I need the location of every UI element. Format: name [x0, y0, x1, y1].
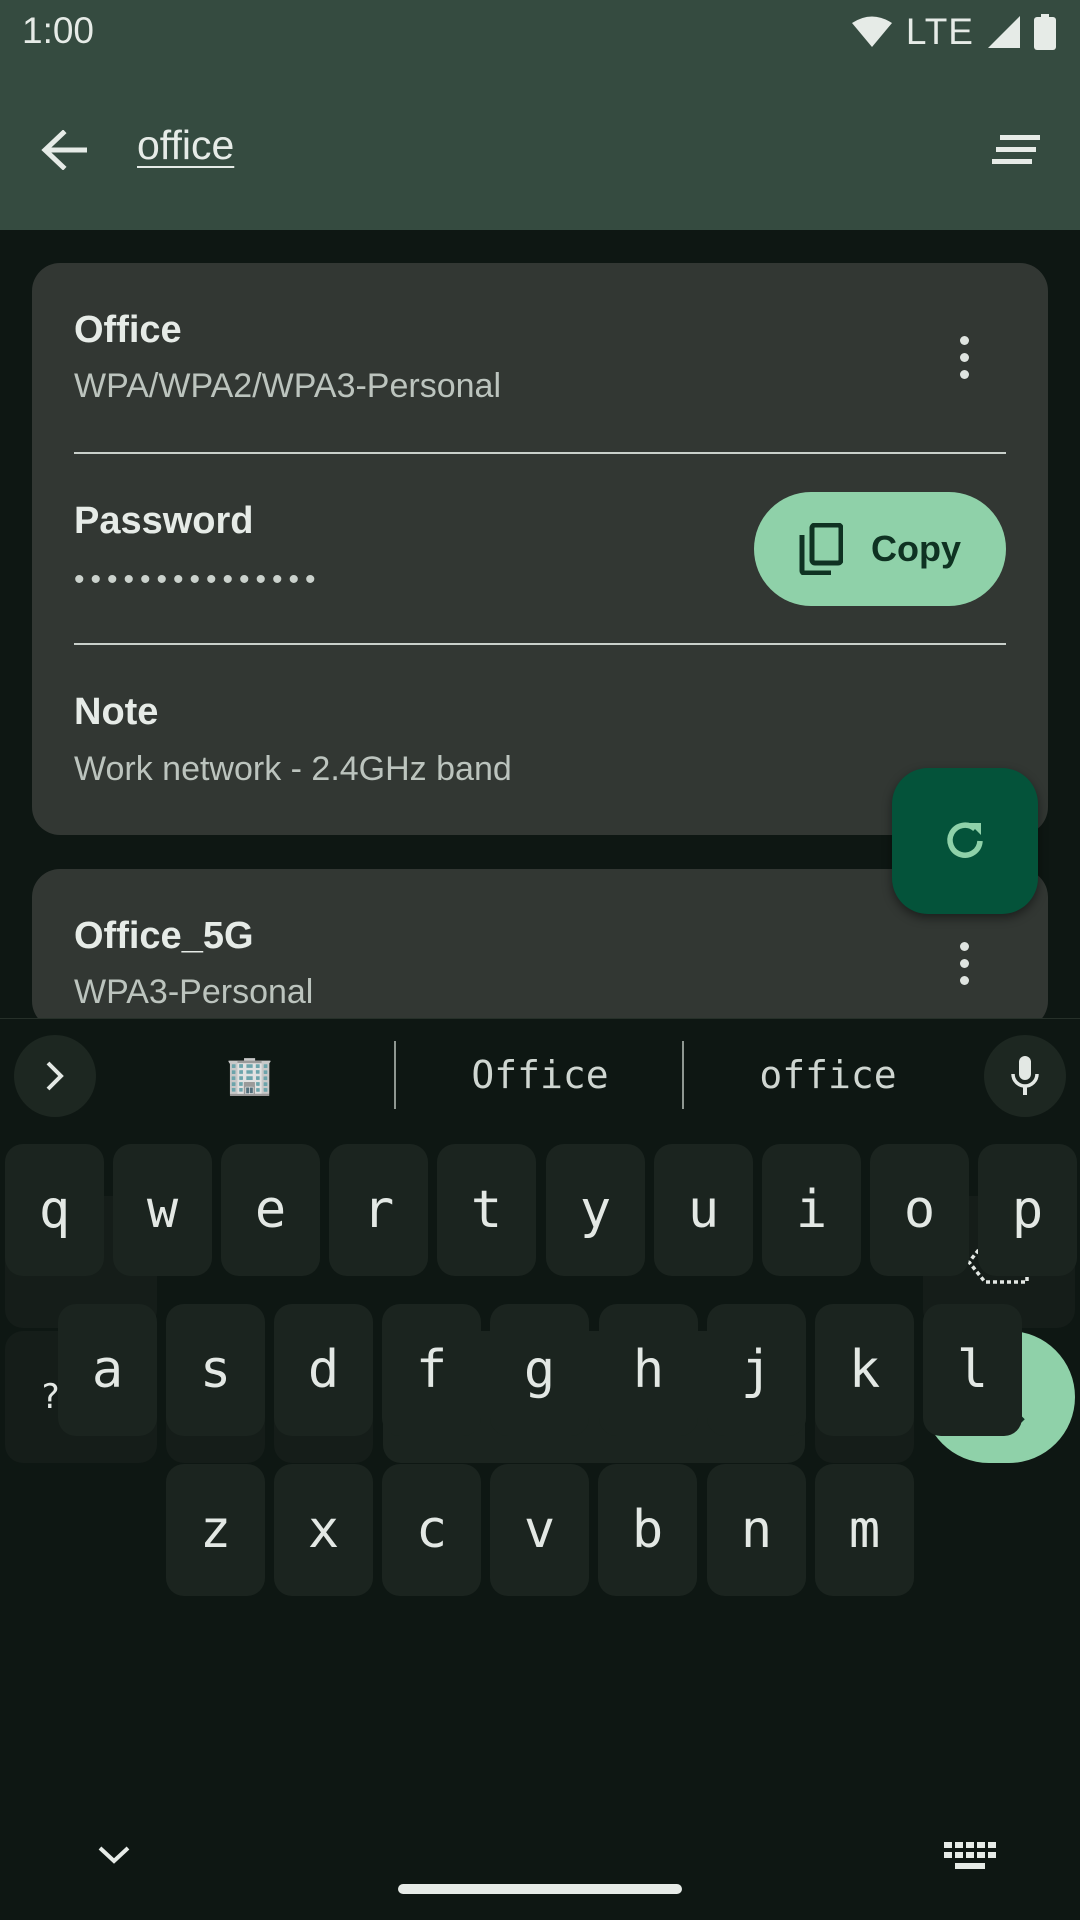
- key-z[interactable]: z: [166, 1464, 265, 1596]
- suggestion-word[interactable]: office: [688, 1039, 968, 1111]
- key-t[interactable]: t: [437, 1144, 536, 1276]
- key-h[interactable]: h: [599, 1304, 698, 1436]
- copy-icon: [799, 523, 843, 575]
- key-y[interactable]: y: [546, 1144, 645, 1276]
- note-label: Note: [74, 691, 159, 733]
- key-q[interactable]: q: [5, 1144, 104, 1276]
- key-e[interactable]: e: [221, 1144, 320, 1276]
- more-vert-icon: [959, 335, 969, 345]
- key-v[interactable]: v: [490, 1464, 589, 1596]
- more-vert-icon-dot: [959, 975, 969, 985]
- expand-toolbar-button[interactable]: [14, 1035, 96, 1117]
- more-options-button[interactable]: [944, 327, 984, 387]
- key-d[interactable]: d: [274, 1304, 373, 1436]
- key-o[interactable]: o: [870, 1144, 969, 1276]
- arrow-back-icon: [41, 130, 87, 170]
- app-bar: 1:00 LTE office: [0, 0, 1080, 230]
- copy-label: Copy: [871, 528, 961, 569]
- key-l[interactable]: l: [923, 1304, 1022, 1436]
- key-u[interactable]: u: [654, 1144, 753, 1276]
- note-text: Work network - 2.4GHz band: [74, 750, 512, 788]
- suggestion-word[interactable]: Office: [400, 1039, 680, 1111]
- key-j[interactable]: j: [707, 1304, 806, 1436]
- keyboard-switch-icon[interactable]: [944, 1842, 996, 1872]
- network-security: WPA3-Personal: [74, 973, 314, 1011]
- signal-icon: [988, 16, 1020, 48]
- network-card: Office WPA/WPA2/WPA3-Personal Password •…: [32, 263, 1048, 835]
- more-vert-icon-dot: [959, 958, 969, 968]
- suggestion-emoji[interactable]: 🏢: [150, 1039, 350, 1111]
- gesture-handle[interactable]: [398, 1884, 682, 1894]
- key-m[interactable]: m: [815, 1464, 914, 1596]
- sort-button[interactable]: [980, 114, 1052, 186]
- divider: [74, 452, 1006, 454]
- key-a[interactable]: a: [58, 1304, 157, 1436]
- refresh-icon: [947, 822, 983, 858]
- copy-password-button[interactable]: Copy: [754, 492, 1006, 606]
- suggestion-strip: 🏢 Office office: [0, 1019, 1080, 1131]
- key-s[interactable]: s: [166, 1304, 265, 1436]
- network-ssid: Office: [74, 309, 182, 351]
- more-options-button[interactable]: [944, 933, 984, 993]
- wifi-icon: [851, 16, 892, 47]
- hide-keyboard-chevron-icon[interactable]: [86, 1834, 142, 1874]
- status-time: 1:00: [22, 10, 95, 51]
- sort-icon: [992, 135, 1040, 164]
- network-security: WPA/WPA2/WPA3-Personal: [74, 367, 501, 405]
- key-p[interactable]: p: [978, 1144, 1077, 1276]
- network-type: LTE: [905, 11, 974, 52]
- chevron-right-icon: [46, 1061, 64, 1091]
- key-r[interactable]: r: [329, 1144, 428, 1276]
- password-label: Password: [74, 500, 254, 542]
- more-vert-icon-dot: [959, 352, 969, 362]
- suggestion-divider: [394, 1041, 396, 1109]
- key-c[interactable]: c: [382, 1464, 481, 1596]
- key-i[interactable]: i: [762, 1144, 861, 1276]
- key-n[interactable]: n: [707, 1464, 806, 1596]
- more-vert-icon-dot: [959, 369, 969, 379]
- network-ssid: Office_5G: [74, 915, 254, 957]
- mic-icon: [1011, 1056, 1039, 1095]
- suggestion-divider: [682, 1041, 684, 1109]
- search-input[interactable]: office: [137, 122, 234, 169]
- more-vert-icon: [959, 941, 969, 951]
- key-f[interactable]: f: [382, 1304, 481, 1436]
- divider: [74, 643, 1006, 645]
- battery-icon: [1034, 14, 1056, 50]
- refresh-button[interactable]: [892, 768, 1038, 914]
- key-k[interactable]: k: [815, 1304, 914, 1436]
- status-icons: LTE: [851, 11, 1056, 52]
- voice-input-button[interactable]: [984, 1035, 1066, 1117]
- key-b[interactable]: b: [598, 1464, 697, 1596]
- soft-keyboard: 🏢 Office office ?123 .: [0, 1018, 1080, 1920]
- password-value: •••••••••••••••: [74, 563, 322, 596]
- key-w[interactable]: w: [113, 1144, 212, 1276]
- key-x[interactable]: x: [274, 1464, 373, 1596]
- back-button[interactable]: [28, 114, 100, 186]
- key-g[interactable]: g: [490, 1304, 589, 1436]
